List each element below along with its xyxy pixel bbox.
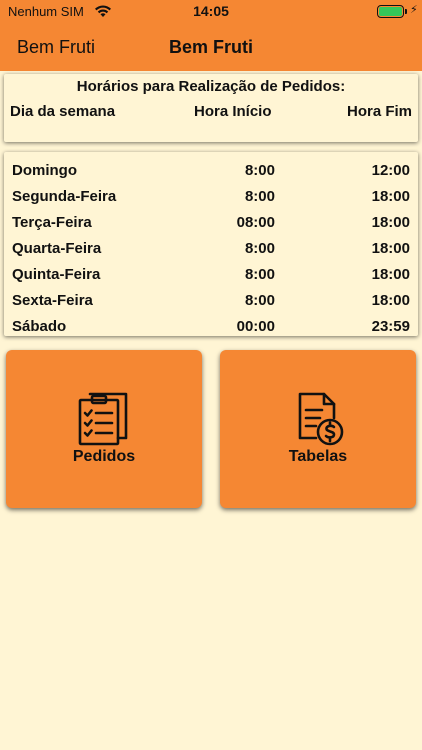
column-header-start: Hora Início — [194, 103, 272, 120]
table-row: Sexta-Feira 8:00 18:00 — [4, 285, 418, 311]
day-cell: Quinta-Feira — [12, 266, 101, 283]
charging-icon: ⚡ — [410, 4, 418, 16]
status-bar: Nenhum SIM 14:05 ⚡ — [0, 0, 422, 24]
tabelas-button[interactable]: Tabelas — [220, 350, 416, 508]
start-time-cell: 00:00 — [236, 318, 275, 335]
pedidos-label: Pedidos — [72, 448, 136, 465]
battery-icon — [377, 5, 404, 18]
schedule-table: Domingo 8:00 12:00 Segunda-Feira 8:00 18… — [4, 152, 418, 336]
table-row: Quarta-Feira 8:00 18:00 — [4, 233, 418, 259]
end-time-cell: 23:59 — [371, 318, 410, 335]
top-bar: Nenhum SIM 14:05 ⚡ Bem Fruti Bem Fruti — [0, 0, 422, 71]
day-cell: Quarta-Feira — [12, 240, 102, 257]
start-time-cell: 8:00 — [244, 162, 275, 179]
day-cell: Sexta-Feira — [12, 292, 93, 309]
end-time-cell: 18:00 — [371, 292, 410, 309]
table-row: Quinta-Feira 8:00 18:00 — [4, 259, 418, 285]
end-time-cell: 18:00 — [371, 240, 410, 257]
day-cell: Segunda-Feira — [12, 188, 117, 205]
day-cell: Sábado — [12, 318, 67, 335]
column-header-day: Dia da semana — [10, 103, 116, 120]
page-title: Bem Fruti — [168, 37, 253, 57]
app-screen: Nenhum SIM 14:05 ⚡ Bem Fruti Bem Fruti H… — [0, 0, 422, 750]
table-row: Terça-Feira 08:00 18:00 — [4, 207, 418, 233]
table-row: Sábado 00:00 23:59 — [4, 311, 418, 337]
start-time-cell: 8:00 — [244, 292, 275, 309]
document-dollar-icon — [298, 392, 344, 446]
table-row: Segunda-Feira 8:00 18:00 — [4, 181, 418, 207]
start-time-cell: 8:00 — [244, 188, 275, 205]
table-row: Domingo 8:00 12:00 — [4, 155, 418, 181]
start-time-cell: 8:00 — [244, 266, 275, 283]
schedule-header-card: Horários para Realização de Pedidos: Dia… — [4, 74, 418, 142]
day-cell: Terça-Feira — [12, 214, 92, 231]
schedule-title: Horários para Realização de Pedidos: — [76, 78, 346, 95]
column-header-end: Hora Fim — [346, 103, 412, 120]
battery-nub — [405, 9, 407, 14]
end-time-cell: 18:00 — [371, 266, 410, 283]
start-time-cell: 8:00 — [244, 240, 275, 257]
end-time-cell: 18:00 — [371, 214, 410, 231]
day-cell: Domingo — [12, 162, 77, 179]
clipboard-checklist-icon — [78, 392, 128, 446]
start-time-cell: 08:00 — [236, 214, 275, 231]
end-time-cell: 12:00 — [371, 162, 410, 179]
clock: 14:05 — [193, 3, 229, 19]
end-time-cell: 18:00 — [371, 188, 410, 205]
pedidos-button[interactable]: Pedidos — [6, 350, 202, 508]
tabelas-label: Tabelas — [288, 448, 348, 465]
